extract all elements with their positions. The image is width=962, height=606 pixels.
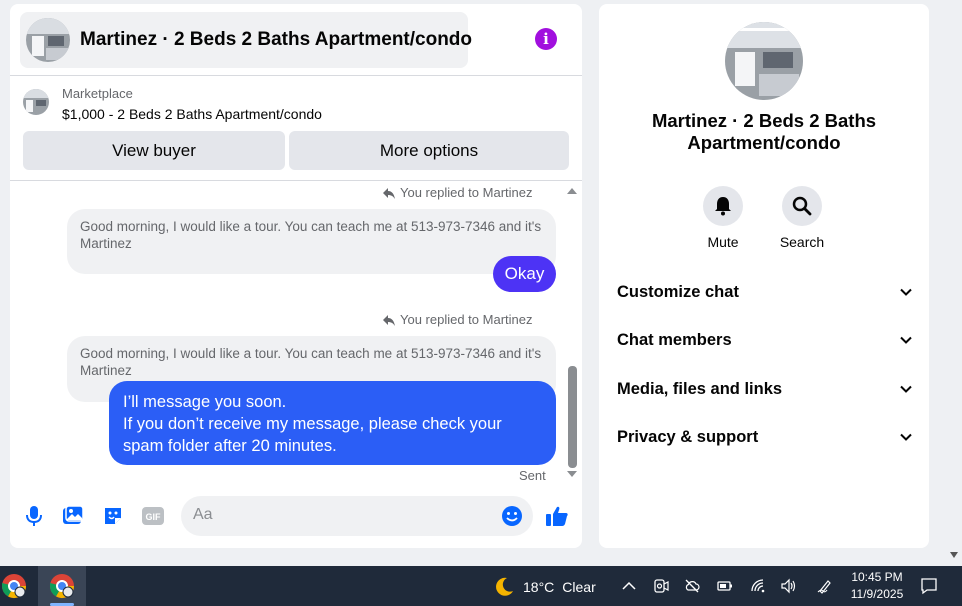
outgoing-message[interactable]: Okay xyxy=(493,256,556,292)
sticker-icon[interactable] xyxy=(101,504,125,528)
notification-icon[interactable] xyxy=(920,577,938,595)
composer: GIF xyxy=(10,492,582,540)
chevron-down-icon xyxy=(900,385,912,393)
reply-note-text: You replied to Martinez xyxy=(400,185,533,200)
reply-note: You replied to Martinez xyxy=(382,312,533,327)
conversation-info-panel: Martinez · 2 Beds 2 Baths Apartment/cond… xyxy=(599,4,929,548)
section-privacy-support[interactable]: Privacy & support xyxy=(617,423,913,451)
taskbar: 18°C Clear 10:45 PM 11/9/2025 xyxy=(0,566,962,606)
search-label: Search xyxy=(779,234,825,250)
section-chat-members[interactable]: Chat members xyxy=(617,326,913,354)
pen-icon[interactable] xyxy=(817,578,833,594)
message-input-box[interactable] xyxy=(181,496,533,536)
listing-avatar-large xyxy=(725,22,803,100)
system-clock[interactable]: 10:45 PM 11/9/2025 xyxy=(846,569,908,603)
section-label: Privacy & support xyxy=(617,427,759,446)
search-icon xyxy=(782,186,822,226)
page-scroll-down-arrow-icon[interactable] xyxy=(950,552,958,558)
chat-panel: Martinez · 2 Beds 2 Baths Apartment/cond… xyxy=(10,4,582,548)
section-customize-chat[interactable]: Customize chat xyxy=(617,278,913,306)
weather-widget[interactable]: 18°C Clear xyxy=(493,576,596,598)
message-list[interactable]: You replied to Martinez Good morning, I … xyxy=(10,182,582,484)
quoted-message[interactable]: Good morning, I would like a tour. You c… xyxy=(67,209,556,274)
message-input[interactable] xyxy=(193,506,493,524)
marketplace-listing[interactable]: Marketplace $1,000 - 2 Beds 2 Baths Apar… xyxy=(22,84,562,126)
scroll-up-arrow-icon[interactable] xyxy=(567,188,577,194)
divider xyxy=(10,180,582,181)
scrollbar-thumb[interactable] xyxy=(568,366,577,468)
volume-icon[interactable] xyxy=(780,578,796,594)
chevron-down-icon xyxy=(900,433,912,441)
section-media-files-links[interactable]: Media, files and links xyxy=(617,375,913,403)
chevron-down-icon xyxy=(900,288,912,296)
chat-title: Martinez · 2 Beds 2 Baths Apartment/cond… xyxy=(80,29,473,50)
view-buyer-button[interactable]: View buyer xyxy=(23,131,285,170)
gif-icon[interactable]: GIF xyxy=(141,504,165,528)
reply-icon xyxy=(383,314,395,326)
wifi-icon[interactable] xyxy=(750,578,766,594)
reply-note-text: You replied to Martinez xyxy=(400,312,533,327)
clock-date: 11/9/2025 xyxy=(850,587,904,601)
cloud-off-icon[interactable] xyxy=(684,578,700,594)
gif-label: GIF xyxy=(146,512,162,522)
photo-icon[interactable] xyxy=(61,504,85,528)
scroll-down-arrow-icon[interactable] xyxy=(567,471,577,477)
battery-icon[interactable] xyxy=(717,578,733,594)
meet-now-icon[interactable] xyxy=(653,578,669,594)
divider xyxy=(10,75,582,76)
bell-icon xyxy=(703,186,743,226)
emoji-icon[interactable] xyxy=(501,505,523,527)
info-icon[interactable]: i xyxy=(535,28,557,50)
message-line: I’ll message you soon. xyxy=(123,393,287,411)
outgoing-message[interactable]: I’ll message you soon. If you don’t rece… xyxy=(109,381,556,465)
section-label: Chat members xyxy=(617,330,732,349)
chevron-down-icon xyxy=(900,336,912,344)
mute-button[interactable]: Mute xyxy=(688,186,758,250)
weather-condition: Clear xyxy=(562,579,596,595)
info-title: Martinez · 2 Beds 2 Baths Apartment/cond… xyxy=(651,110,877,153)
listing-text: $1,000 - 2 Beds 2 Baths Apartment/condo xyxy=(62,106,322,122)
reply-note: You replied to Martinez xyxy=(382,185,533,200)
thumbs-up-icon[interactable] xyxy=(545,504,569,528)
moon-icon xyxy=(496,577,513,596)
sent-status: Sent xyxy=(519,468,546,483)
message-line: If you don’t receive my message, please … xyxy=(123,415,502,455)
chevron-up-icon[interactable] xyxy=(621,578,637,594)
search-button[interactable]: Search xyxy=(767,186,837,250)
reply-icon xyxy=(383,187,395,199)
section-label: Customize chat xyxy=(617,282,739,301)
listing-avatar xyxy=(26,18,70,62)
chrome-icon[interactable] xyxy=(48,572,76,600)
marketplace-label: Marketplace xyxy=(62,86,133,101)
more-options-button[interactable]: More options xyxy=(289,131,569,170)
microphone-icon[interactable] xyxy=(22,504,46,528)
listing-thumbnail xyxy=(23,89,49,115)
temperature: 18°C xyxy=(523,579,555,595)
chrome-profile-icon[interactable] xyxy=(0,572,28,600)
clock-time: 10:45 PM xyxy=(851,570,903,584)
section-label: Media, files and links xyxy=(617,379,783,398)
chat-header[interactable]: Martinez · 2 Beds 2 Baths Apartment/cond… xyxy=(20,12,472,68)
mute-label: Mute xyxy=(707,234,739,250)
